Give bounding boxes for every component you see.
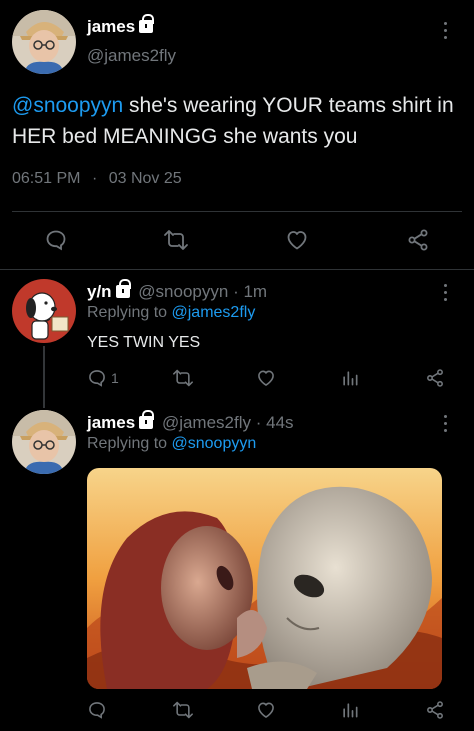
- like-icon[interactable]: [285, 228, 309, 252]
- reply-count: 1: [111, 370, 119, 386]
- retweet-icon[interactable]: [172, 368, 194, 388]
- reply-icon[interactable]: 1: [87, 368, 119, 388]
- author-handle[interactable]: @james2fly: [87, 46, 176, 66]
- author-name[interactable]: james: [87, 17, 135, 36]
- more-icon[interactable]: [442, 22, 448, 39]
- reply-text: YES TWIN YES: [87, 334, 201, 351]
- mention-link[interactable]: @james2fly: [172, 304, 256, 321]
- alien-embrace-image: [87, 468, 442, 689]
- avatar[interactable]: [12, 410, 76, 474]
- tweet-timestamp: 06:51 PM · 03 Nov 25: [12, 170, 182, 187]
- thread-line: [43, 346, 45, 408]
- reply-age: 1m: [243, 282, 268, 301]
- retweet-icon[interactable]: [172, 700, 194, 720]
- replying-to: Replying to @james2fly: [87, 304, 256, 321]
- tweet-text: @snoopyyn she's wearing YOUR teams shirt…: [12, 94, 454, 148]
- avatar[interactable]: [12, 10, 76, 74]
- reply-age: 44s: [266, 413, 294, 432]
- lock-icon: [115, 279, 131, 298]
- mention-link[interactable]: @snoopyyn: [172, 435, 257, 452]
- tweet-time: 06:51 PM: [12, 170, 81, 187]
- lock-icon: [139, 410, 155, 429]
- replying-to: Replying to @snoopyyn: [87, 435, 257, 452]
- more-icon[interactable]: [442, 415, 448, 432]
- author-handle[interactable]: @james2fly: [162, 413, 251, 432]
- share-icon[interactable]: [406, 228, 430, 252]
- author-name[interactable]: james: [87, 413, 135, 432]
- views-icon[interactable]: [340, 700, 360, 720]
- more-icon[interactable]: [442, 284, 448, 301]
- media-image[interactable]: [87, 468, 442, 689]
- like-icon[interactable]: [256, 700, 276, 720]
- divider: [12, 211, 462, 212]
- lock-icon: [139, 14, 155, 33]
- avatar-image: [12, 10, 76, 74]
- divider: [0, 269, 474, 270]
- reply-icon[interactable]: [44, 228, 68, 252]
- avatar[interactable]: [12, 279, 76, 343]
- like-icon[interactable]: [256, 368, 276, 388]
- share-icon[interactable]: [425, 368, 445, 388]
- avatar-image: [12, 279, 76, 343]
- author-handle[interactable]: @snoopyyn: [138, 282, 228, 301]
- tweet-date: 03 Nov 25: [108, 170, 182, 187]
- mention-link[interactable]: @snoopyyn: [12, 94, 123, 117]
- views-icon[interactable]: [340, 368, 360, 388]
- retweet-icon[interactable]: [163, 228, 189, 252]
- reply-icon[interactable]: [87, 700, 107, 720]
- avatar-image: [12, 410, 76, 474]
- share-icon[interactable]: [425, 700, 445, 720]
- author-name[interactable]: y/n: [87, 282, 112, 301]
